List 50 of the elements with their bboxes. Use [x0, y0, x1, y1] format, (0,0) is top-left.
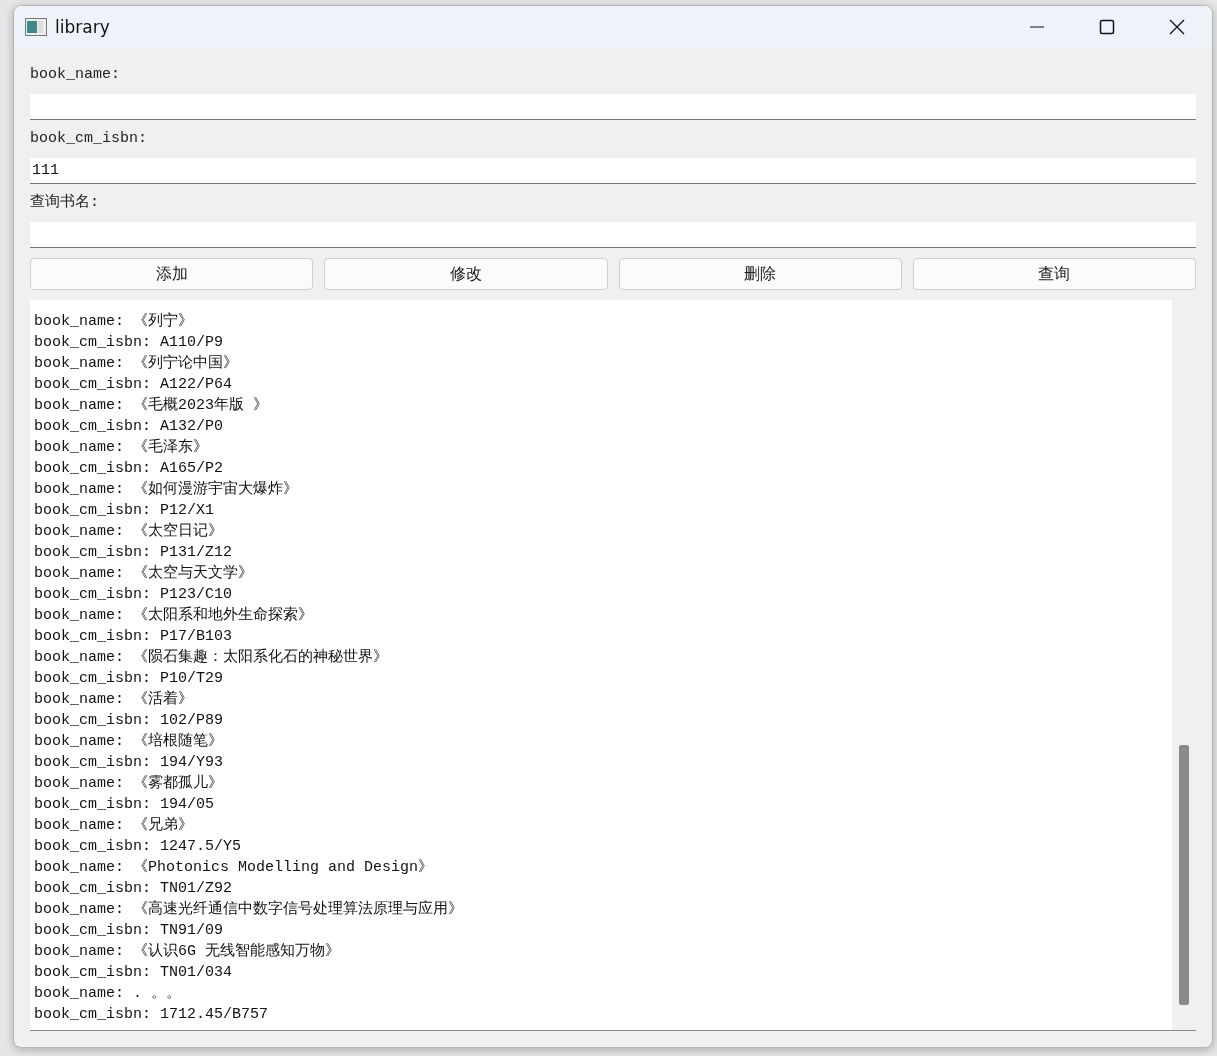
field-label: book_cm_isbn: [30, 129, 148, 149]
action-button[interactable]: 查询 [912, 258, 1196, 290]
output-line: book_name: 《太空日记》 [34, 521, 224, 542]
output-line: book_cm_isbn: 194/05 [34, 795, 215, 815]
scrollbar-thumb[interactable] [1179, 745, 1189, 1005]
output-line: book_cm_isbn: P17/B103 [34, 627, 233, 647]
output-line: book_name: 《太阳系和地外生命探索》 [34, 605, 314, 626]
output-line: book_cm_isbn: P12/X1 [34, 501, 215, 521]
output-line: book_cm_isbn: 102/P89 [34, 711, 224, 731]
output-line: book_cm_isbn: P131/Z12 [34, 543, 233, 563]
output-line: book_cm_isbn: TN91/09 [34, 921, 224, 941]
output-line: book_name: 《毛概2023年版 》 [34, 395, 269, 416]
output-line: book_name: 《列宁》 [34, 311, 194, 332]
text-input[interactable] [30, 222, 1196, 248]
minimize-icon [1029, 26, 1045, 28]
output-line: book_name: 《活着》 [34, 689, 194, 710]
output-line: book_name: 《陨石集趣：太阳系化石的神秘世界》 [34, 647, 389, 668]
action-button[interactable]: 添加 [30, 258, 314, 290]
output-line: book_name: 《兄弟》 [34, 816, 194, 836]
output-line: book_name: 《如何漫游宇宙大爆炸》 [34, 479, 299, 500]
output-line: book_name: . 。。 [34, 984, 182, 1004]
output-line: book_name: 《高速光纤通信中数字信号处理算法原理与应用》 [34, 899, 464, 920]
close-icon [1169, 19, 1185, 35]
output-line: book_cm_isbn: 1247.5/Y5 [34, 837, 242, 857]
field-label: book_name: [30, 65, 120, 85]
output-line: book_cm_isbn: A122/P64 [34, 375, 233, 395]
output-line: book_cm_isbn: TN01/Z92 [34, 879, 233, 899]
action-button[interactable]: 修改 [324, 258, 608, 290]
output-line: book_cm_isbn: TN01/034 [34, 963, 233, 983]
text-input[interactable]: 111 [30, 158, 1196, 184]
output-line: book_name: 《培根随笔》 [34, 731, 224, 752]
output-line: book_cm_isbn: 1712.45/B757 [34, 1005, 269, 1025]
output-line: book_name: 《列宁论中国》 [34, 353, 239, 374]
text-input[interactable] [30, 94, 1196, 120]
output-line: book_cm_isbn: A110/P9 [34, 333, 224, 353]
window-title: library [55, 17, 110, 37]
output-line: book_name: 《雾都孤儿》 [34, 773, 224, 794]
output-line: book_name: 《认识6G 无线智能感知万物》 [34, 941, 341, 962]
app-icon [25, 18, 47, 36]
output-line: book_name: 《太空与天文学》 [34, 563, 254, 584]
output-line: book_cm_isbn: P10/T29 [34, 669, 224, 689]
field-label: 查询书名: [30, 192, 99, 213]
action-button[interactable]: 删除 [618, 258, 902, 290]
output-line: book_name: 《Photonics Modelling and Design》 [34, 858, 434, 878]
output-line: book_cm_isbn: P123/C10 [34, 585, 233, 605]
output-line: book_cm_isbn: A165/P2 [34, 459, 224, 479]
output-line: book_name: 《毛泽东》 [34, 437, 209, 458]
output-line: book_cm_isbn: 194/Y93 [34, 753, 224, 773]
maximize-icon [1099, 19, 1115, 35]
output-line: book_cm_isbn: A132/P0 [34, 417, 224, 437]
